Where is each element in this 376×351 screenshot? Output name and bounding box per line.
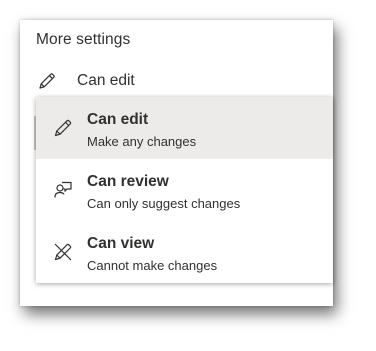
menu-item-title: Can review bbox=[87, 173, 169, 190]
pencil-crossed-icon bbox=[52, 241, 74, 263]
menu-item-can-edit[interactable]: Can edit Make any changes bbox=[36, 97, 333, 159]
menu-item-title: Can view bbox=[87, 235, 155, 252]
permissions-screen: More settings Can edit Can edit Make any… bbox=[0, 0, 376, 351]
current-permission-label: Can edit bbox=[77, 72, 135, 89]
menu-item-title: Can edit bbox=[87, 111, 149, 128]
menu-item-description: Can only suggest changes bbox=[87, 196, 241, 211]
panel-title: More settings bbox=[36, 31, 131, 48]
review-person-icon bbox=[52, 179, 74, 201]
permission-dropdown[interactable]: Can edit bbox=[36, 68, 135, 94]
pencil-icon bbox=[52, 117, 74, 139]
menu-item-description: Cannot make changes bbox=[87, 258, 218, 273]
pencil-icon bbox=[36, 70, 58, 92]
menu-item-can-view[interactable]: Can view Cannot make changes bbox=[36, 221, 333, 283]
permission-menu: Can edit Make any changes Can review Can… bbox=[36, 97, 333, 283]
menu-item-description: Make any changes bbox=[87, 134, 197, 149]
menu-item-can-review[interactable]: Can review Can only suggest changes bbox=[36, 159, 333, 221]
